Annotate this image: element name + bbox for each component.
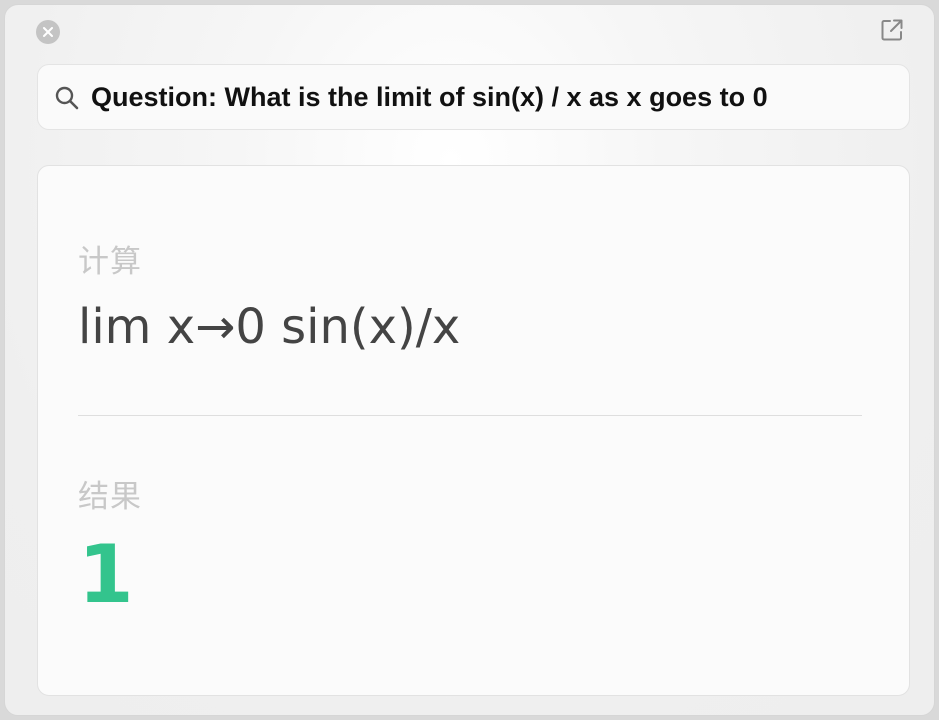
search-icon: [55, 86, 79, 110]
close-button[interactable]: [36, 20, 60, 44]
search-input[interactable]: [91, 65, 891, 129]
compute-label: 计算: [78, 244, 142, 280]
divider: [78, 415, 862, 416]
result-card: 计算 lim x→0 sin(x)/x 结果 1: [37, 165, 910, 696]
close-icon: [43, 27, 53, 37]
calculator-window: 计算 lim x→0 sin(x)/x 结果 1: [4, 4, 935, 716]
result-value: 1: [78, 528, 134, 621]
search-bar: [37, 64, 910, 130]
open-external-icon: [881, 19, 903, 41]
open-external-button[interactable]: [879, 17, 905, 43]
result-label: 结果: [78, 479, 142, 515]
expression-text: lim x→0 sin(x)/x: [78, 299, 461, 355]
